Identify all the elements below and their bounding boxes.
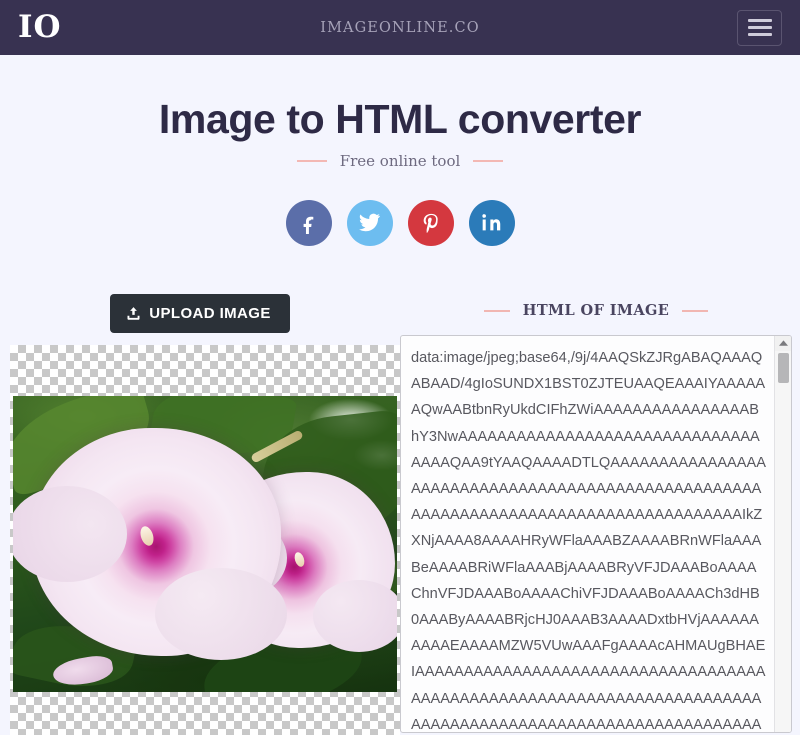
page-title: Image to HTML converter — [158, 96, 642, 142]
page-subtitle: Free online tool — [339, 151, 461, 170]
uploaded-image — [13, 395, 397, 692]
twitter-share-button[interactable] — [346, 199, 393, 246]
dash-right — [682, 309, 709, 312]
dash-left — [483, 309, 510, 312]
output-section-label: HTML OF IMAGE — [522, 302, 670, 320]
menu-bar — [747, 33, 772, 36]
site-header: IO IMAGEONLINE.CO — [0, 0, 800, 55]
social-share-row — [0, 199, 800, 246]
output-scrollbar[interactable] — [774, 335, 791, 732]
output-header: HTML OF IMAGE — [400, 294, 792, 328]
image-preview-area[interactable] — [10, 344, 400, 735]
upload-icon — [127, 307, 140, 320]
preview-column: UPLOAD IMAGE — [0, 293, 400, 735]
html-output-text[interactable]: data:image/jpeg;base64,/9j/4AAQSkZJRgABA… — [401, 336, 774, 732]
upload-button-label: UPLOAD IMAGE — [149, 304, 271, 322]
menu-bar — [747, 19, 772, 22]
hero-section: Image to HTML converter Free online tool — [0, 55, 800, 246]
upload-wrapper: UPLOAD IMAGE — [10, 293, 400, 333]
site-logo[interactable]: IO — [18, 12, 62, 43]
output-column: HTML OF IMAGE data:image/jpeg;base64,/9j… — [400, 294, 800, 733]
twitter-icon — [358, 214, 381, 232]
subtitle-row: Free online tool — [0, 152, 800, 170]
facebook-icon — [303, 216, 313, 234]
pinterest-share-button[interactable] — [407, 199, 454, 246]
dash-left — [296, 159, 327, 162]
facebook-share-button[interactable] — [285, 199, 332, 246]
dash-right — [473, 159, 504, 162]
html-output-box[interactable]: data:image/jpeg;base64,/9j/4AAQSkZJRgABA… — [400, 334, 792, 733]
linkedin-icon — [482, 214, 501, 231]
flower-bloom-left — [13, 427, 287, 660]
scrollbar-up-arrow[interactable] — [774, 335, 791, 351]
linkedin-share-button[interactable] — [468, 199, 515, 246]
brand-name: IMAGEONLINE.CO — [320, 19, 480, 36]
upload-image-button[interactable]: UPLOAD IMAGE — [110, 293, 290, 333]
caret-up-icon — [778, 340, 788, 346]
menu-bar — [747, 26, 772, 29]
hamburger-menu-icon[interactable] — [737, 9, 782, 46]
pinterest-icon — [423, 213, 438, 233]
main-content: UPLOAD IMAGE HTML OF IMAGE data:image/jp… — [0, 293, 800, 735]
scrollbar-thumb[interactable] — [777, 352, 789, 383]
